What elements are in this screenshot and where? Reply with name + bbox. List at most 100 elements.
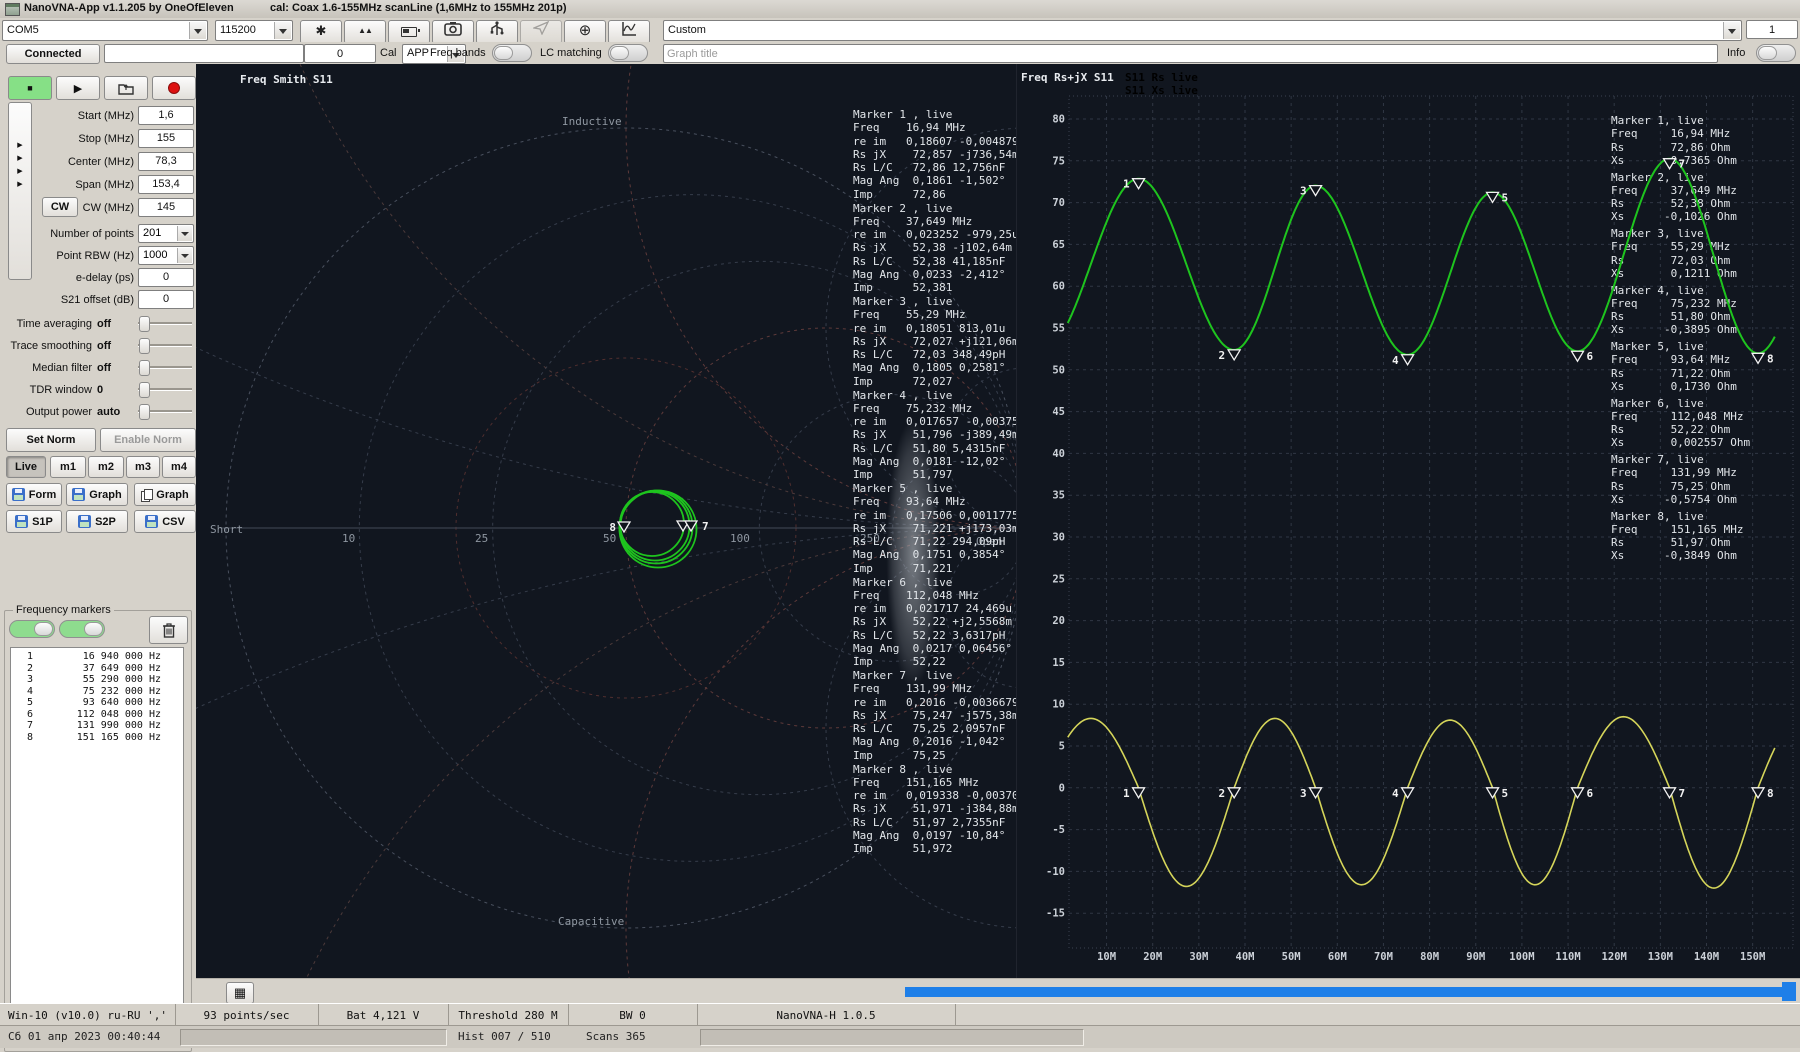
save-graph-button[interactable]: Graph: [66, 483, 128, 506]
chevron-down-icon[interactable]: [177, 226, 192, 241]
markers-toggle-1[interactable]: [9, 620, 55, 638]
svg-text:20: 20: [1052, 615, 1065, 627]
save-s1p-button[interactable]: S1P: [6, 510, 62, 533]
s21-offset-field[interactable]: 0: [138, 290, 194, 309]
polar-view-button[interactable]: ⊕: [564, 20, 606, 44]
connected-button[interactable]: Connected: [6, 44, 100, 64]
memory-live-button[interactable]: Live: [6, 456, 46, 478]
marker-readout-line: Rs jX 75,247 -j575,38m: [853, 709, 1016, 722]
tdr-window-slider[interactable]: [138, 382, 192, 396]
delete-markers-button[interactable]: [149, 616, 188, 644]
smith-marker-readout: Marker 8 , liveFreq 151,165 MHzre im 0,0…: [853, 763, 1016, 856]
info-toggle[interactable]: [1756, 44, 1796, 62]
usb-button[interactable]: [476, 20, 518, 44]
slider-thumb[interactable]: [139, 360, 150, 376]
marker-readout-line: Freq 37,649 MHz: [853, 215, 1016, 228]
cw-field[interactable]: 145: [138, 198, 194, 217]
screenshot-button[interactable]: [432, 20, 474, 44]
trace-smoothing-slider[interactable]: [138, 338, 192, 352]
frequency-marker-row[interactable]: 237 649 000 Hz: [11, 663, 183, 675]
span-field[interactable]: 153,4: [138, 175, 194, 194]
chevron-down-icon[interactable]: [1723, 22, 1740, 39]
right-arrow-icon[interactable]: ▶: [17, 139, 22, 152]
title-bar[interactable]: NanoVNA-App v1.1.205 by OneOfEleven cal:…: [0, 0, 1800, 19]
record-button[interactable]: [152, 76, 196, 100]
markers-toggle-2[interactable]: [59, 620, 105, 638]
firmware-upload-button[interactable]: ▲▲: [344, 20, 386, 44]
frequency-marker-row[interactable]: 355 290 000 Hz: [11, 674, 183, 686]
baud-rate-select[interactable]: 115200: [215, 20, 293, 41]
lc-matching-toggle[interactable]: [608, 44, 648, 62]
slider-thumb[interactable]: [139, 404, 150, 420]
chevron-down-icon[interactable]: [189, 22, 206, 39]
slider-thumb[interactable]: [139, 338, 150, 354]
points-select[interactable]: 201: [138, 224, 194, 243]
time-averaging-slider[interactable]: [138, 316, 192, 330]
number-field[interactable]: [304, 44, 376, 63]
frequency-marker-row[interactable]: 7131 990 000 Hz: [11, 720, 183, 732]
marker-readout-line: Rs jX 52,38 -j102,64m: [853, 241, 1016, 254]
memory-m4-button[interactable]: m4: [162, 456, 196, 478]
battery-button[interactable]: [388, 20, 430, 44]
frequency-marker-row[interactable]: 116 940 000 Hz: [11, 651, 183, 663]
marker-readout-line: Imp 72,027: [853, 375, 1016, 388]
chevron-down-icon[interactable]: [177, 248, 192, 263]
frequency-marker-row[interactable]: 6112 048 000 Hz: [11, 709, 183, 721]
command-field[interactable]: [104, 44, 304, 63]
freq-bands-toggle[interactable]: [492, 44, 532, 62]
slider-thumb[interactable]: [139, 316, 150, 332]
svg-text:110M: 110M: [1555, 951, 1580, 963]
tdr-window-value: 0: [97, 384, 103, 396]
save-form-button[interactable]: Form: [6, 483, 62, 506]
screens-count-field[interactable]: [1746, 20, 1798, 39]
trace-smoothing-label: Trace smoothing: [0, 340, 92, 352]
table-view-button[interactable]: ▦: [226, 982, 254, 1004]
frequency-marker-row[interactable]: 8151 165 000 Hz: [11, 732, 183, 744]
band-presets-strip[interactable]: ▶ ▶ ▶ ▶: [8, 102, 32, 280]
right-arrow-icon[interactable]: ▶: [17, 152, 22, 165]
center-field[interactable]: 78,3: [138, 152, 194, 171]
settings-button[interactable]: ✱: [300, 20, 342, 44]
frequency-marker-row[interactable]: 475 232 000 Hz: [11, 686, 183, 698]
marker-readout-line: Rs jX 51,796 -j389,49m: [853, 428, 1016, 441]
chevron-down-icon[interactable]: [274, 22, 291, 39]
smith-chart-panel[interactable]: Freq Smith S11 Inductive Capacitive Shor…: [196, 64, 1016, 978]
marker-readout-title: Marker 1, live: [1611, 114, 1737, 127]
marker-readout-line: Freq 93,64 MHz: [1611, 353, 1737, 366]
svg-text:60M: 60M: [1328, 951, 1347, 963]
com-port-select[interactable]: COM5: [2, 20, 208, 41]
recall-button[interactable]: [104, 76, 148, 100]
edelay-field[interactable]: 0: [138, 268, 194, 287]
rbw-select[interactable]: 1000: [138, 246, 194, 265]
marker-readout-line: Xs 0,002557 Ohm: [1611, 436, 1750, 449]
memory-m1-button[interactable]: m1: [50, 456, 86, 478]
save-csv-button[interactable]: CSV: [134, 510, 196, 533]
trace-smoothing-value: off: [97, 340, 111, 352]
right-arrow-icon[interactable]: ▶: [17, 178, 22, 191]
marker-readout-line: Mag Ang 0,0233 -2,412°: [853, 268, 1016, 281]
marker-readout-line: Rs jX 72,027 +j121,06m: [853, 335, 1016, 348]
graph-view-button[interactable]: [608, 20, 650, 44]
median-filter-slider[interactable]: [138, 360, 192, 374]
output-power-slider[interactable]: [138, 404, 192, 418]
frequency-marker-list[interactable]: 116 940 000 Hz237 649 000 Hz355 290 000 …: [10, 647, 184, 1048]
copy-graph-button[interactable]: Graph: [134, 483, 196, 506]
slider-thumb[interactable]: [139, 382, 150, 398]
stop-button[interactable]: ■: [8, 76, 52, 100]
start-field[interactable]: 1,6: [138, 106, 194, 125]
profile-select[interactable]: Custom: [663, 20, 1742, 41]
memory-m3-button[interactable]: m3: [126, 456, 160, 478]
save-s2p-button[interactable]: S2P: [66, 510, 128, 533]
cal-mode-value: APP: [407, 47, 429, 59]
svg-text:90M: 90M: [1466, 951, 1485, 963]
memory-m2-button[interactable]: m2: [88, 456, 124, 478]
svg-text:25: 25: [1052, 573, 1065, 585]
rs-xs-plot-panel[interactable]: 80757065605550454035302520151050-5-10-15…: [1016, 64, 1800, 978]
calibration-status: cal: Coax 1.6-155MHz scanLine (1,6MHz to…: [270, 2, 566, 14]
set-norm-button[interactable]: Set Norm: [6, 428, 96, 452]
frequency-marker-row[interactable]: 593 640 000 Hz: [11, 697, 183, 709]
graph-title-field[interactable]: [663, 44, 1718, 63]
play-button[interactable]: ▶: [56, 76, 100, 100]
right-arrow-icon[interactable]: ▶: [17, 165, 22, 178]
stop-field[interactable]: 155: [138, 129, 194, 148]
